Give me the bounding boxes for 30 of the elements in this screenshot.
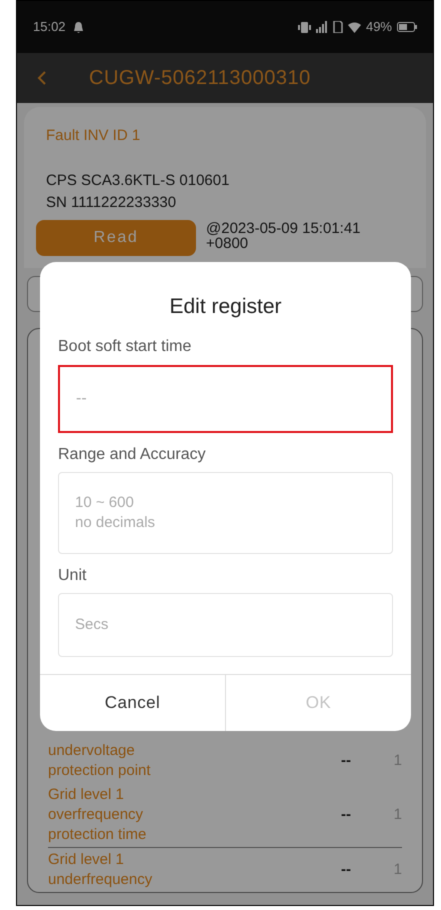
register-name: undervoltage protection point: [48, 740, 152, 780]
field-label: Unit: [58, 566, 88, 586]
sim-card-icon: [332, 21, 343, 33]
field-label: Boot soft start time: [58, 336, 192, 356]
read-timestamp: @2023-05-09 15:01:41: [206, 220, 361, 236]
register-value: --: [340, 804, 352, 824]
wifi-icon: [348, 22, 361, 32]
register-name: Grid level 1 overfrequency protection time: [48, 784, 148, 844]
notification-icon: [74, 22, 83, 32]
dialog-button[interactable]: Cancel: [40, 674, 225, 730]
status-time: 15:02: [33, 18, 66, 36]
register-value: --: [340, 860, 352, 880]
back-icon[interactable]: [37, 71, 47, 85]
signal-icon: [316, 21, 328, 33]
device-model: CPS SCA3.6KTL-S 010601: [46, 170, 230, 190]
value-input[interactable]: --: [58, 364, 393, 432]
timezone-label: +0800: [206, 236, 248, 250]
vibrate-icon: [298, 22, 311, 32]
read-button[interactable]: Read: [36, 220, 196, 256]
page-title: CUGW-5062113000310: [89, 66, 311, 91]
serial-number: SN 1111222233330: [46, 192, 178, 212]
dialog-title: Edit register: [168, 294, 283, 320]
readonly-field: 10 ~ 600 no decimals: [58, 472, 393, 554]
register-value: --: [340, 750, 352, 770]
battery-icon: [397, 22, 417, 32]
fault-label: Fault INV ID 1: [46, 126, 142, 146]
readonly-field: Secs: [58, 592, 393, 656]
field-label: Range and Accuracy: [58, 444, 207, 464]
register-name: Grid level 1 underfrequency: [48, 850, 154, 890]
battery-percentage: 49%: [366, 18, 392, 36]
